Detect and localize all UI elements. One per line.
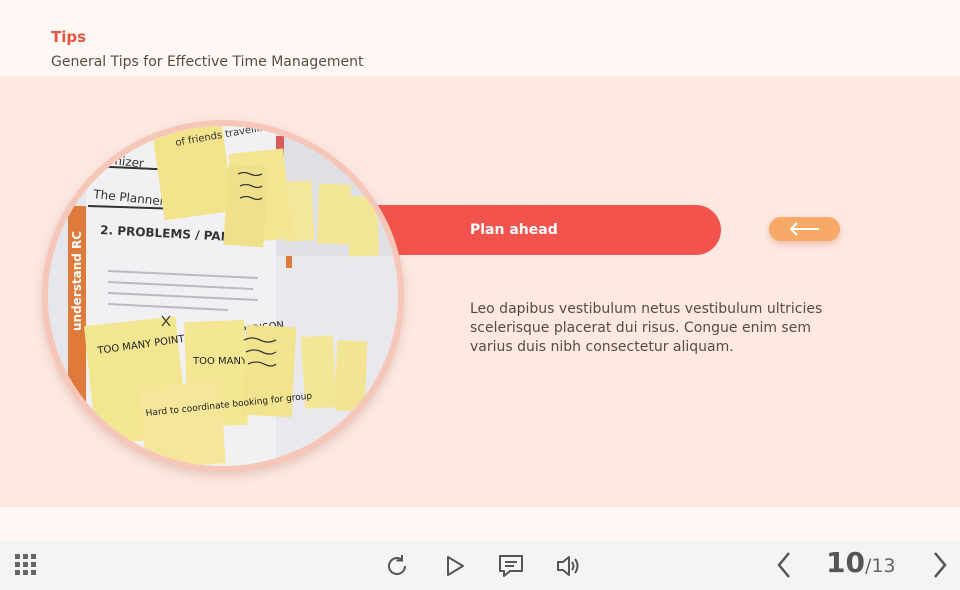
grid-menu-icon xyxy=(15,554,36,575)
chevron-left-icon xyxy=(777,552,790,578)
sticky-notes-illustration: understand RC 2. PROBLEMS / PAINS The Pl… xyxy=(48,126,398,466)
back-button[interactable] xyxy=(769,217,840,241)
next-slide-button[interactable] xyxy=(928,550,952,580)
arrow-left-icon xyxy=(789,222,819,236)
tip-description: Leo dapibus vestibulum netus vestibulum … xyxy=(470,301,823,355)
page-counter: 10 / 13 xyxy=(826,546,896,584)
volume-icon xyxy=(557,556,579,576)
play-icon xyxy=(447,556,464,576)
volume-button[interactable] xyxy=(554,552,582,580)
sticky-notes-photo: understand RC 2. PROBLEMS / PAINS The Pl… xyxy=(48,126,398,466)
play-button[interactable] xyxy=(442,552,468,580)
replay-icon xyxy=(388,555,407,575)
slide-header: Tips General Tips for Effective Time Man… xyxy=(0,0,960,76)
chevron-right-icon xyxy=(934,552,947,578)
slide-content: Plan ahead understand RC 2. PROBLEMS / P… xyxy=(0,76,960,507)
tip-title: Plan ahead xyxy=(470,222,558,238)
page-subtitle: General Tips for Effective Time Manageme… xyxy=(51,54,364,70)
current-page: 10 xyxy=(826,546,865,579)
sidebar-label: understand RC xyxy=(70,231,84,331)
page-title: Tips xyxy=(51,28,87,46)
menu-button[interactable] xyxy=(13,552,39,578)
total-pages: 13 xyxy=(871,555,896,577)
replay-button[interactable] xyxy=(383,552,411,580)
player-controls: 10 / 13 xyxy=(0,540,960,590)
comments-button[interactable] xyxy=(497,552,525,580)
comment-icon xyxy=(499,555,523,577)
photo-frame: understand RC 2. PROBLEMS / PAINS The Pl… xyxy=(42,120,404,472)
previous-slide-button[interactable] xyxy=(772,550,796,580)
